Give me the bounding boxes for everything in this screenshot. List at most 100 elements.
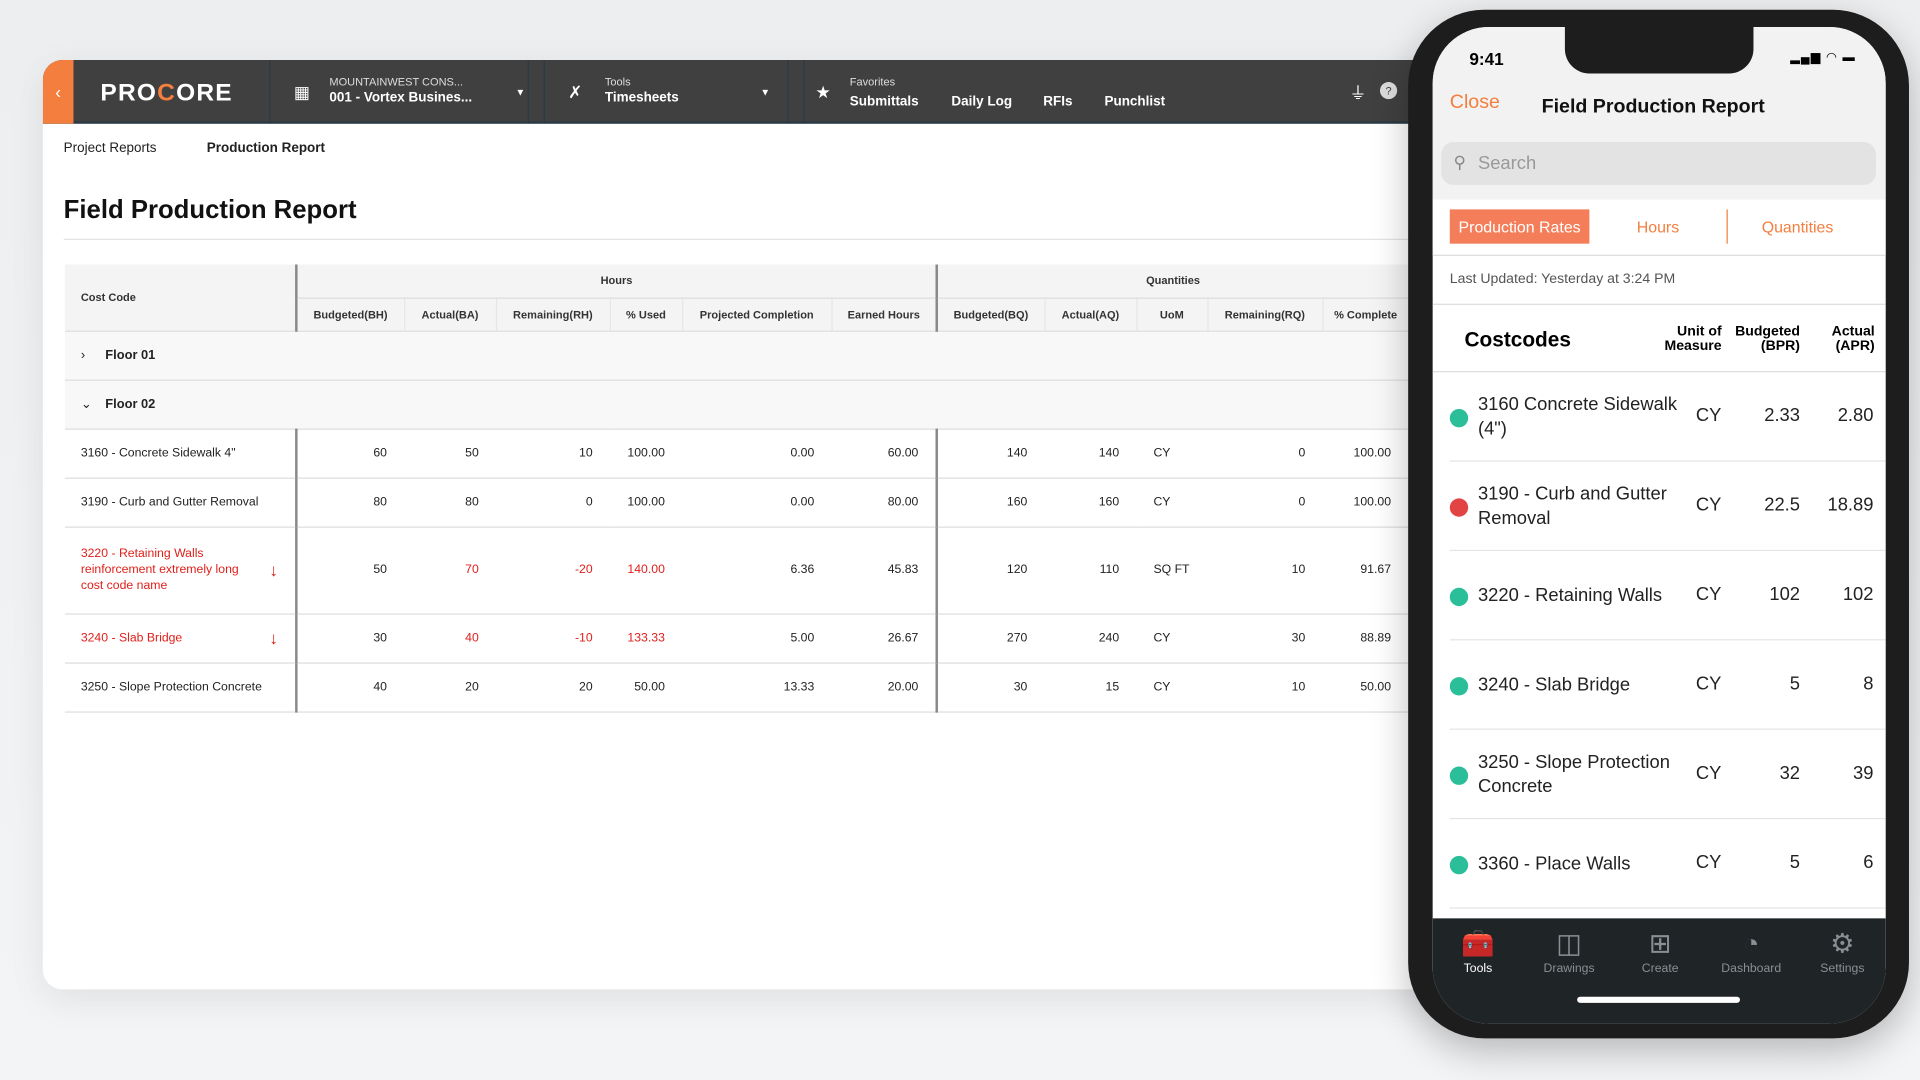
tab-hours[interactable]: Hours [1589,209,1726,243]
header-budgeted: Budgeted (BPR) [1735,324,1801,354]
group-row[interactable]: ⌄ Floor 02 [64,379,1409,430]
list-item[interactable]: 3160 Concrete Sidewalk (4") CY 2.33 2.80 [1449,372,1886,462]
plug-icon[interactable]: ⏚ [1349,81,1366,105]
back-button[interactable]: ‹ [42,60,74,124]
cell: 50 [404,428,496,479]
column-header[interactable]: Budgeted(BH) [295,297,405,332]
column-header[interactable]: Actual(AQ) [1043,297,1137,332]
group-label: Floor 01 [105,347,156,363]
column-header[interactable]: % Complete [1321,297,1409,332]
list-item[interactable]: 3360 - Place Walls CY 5 6 [1449,819,1886,909]
tabbar-dashboard[interactable]: ◔ Dashboard [1706,928,1797,976]
tool-selector[interactable]: Tools Timesheets [605,76,679,105]
breadcrumb: Project Reports Production Report [64,141,372,156]
column-header[interactable]: % Used [609,297,683,332]
tabbar-drawings[interactable]: ◫ Drawings [1524,928,1615,976]
table-row[interactable]: 3160 - Concrete Sidewalk 4" 60 50 10 100.00 0… [64,428,1409,479]
cost-code[interactable]: 3190 - Curb and Gutter Removal [81,495,259,508]
cell: 100.00 [609,428,683,479]
project-selector[interactable]: MOUNTAINWEST CONS... 001 - Vortex Busine… [329,76,472,105]
column-header[interactable]: Budgeted(BQ) [935,297,1045,332]
caret-down-icon[interactable]: ▼ [760,87,770,98]
cell: 20 [404,662,496,713]
toolbox-icon: 🧰 [1461,928,1495,959]
group-row[interactable]: › Floor 01 [64,330,1409,381]
table-row[interactable]: 3250 - Slope Protection Concrete 40 20 20 50… [64,662,1409,713]
uom: CY [1695,584,1722,605]
help-icon[interactable]: ? [1380,82,1398,100]
cell: 45.83 [831,526,937,615]
chevron-right-icon[interactable]: › [81,348,105,363]
project-name: 001 - Vortex Busines... [329,90,473,106]
cost-code[interactable]: 3220 - Retaining Walls reinforcement ext… [81,547,239,592]
actual-rate: 39 [1853,762,1874,784]
current-tool: Timesheets [604,90,679,106]
cell: 100.00 [609,477,683,528]
favorite-punchlist[interactable]: Punchlist [1104,94,1165,109]
breadcrumb-project-reports[interactable]: Project Reports [64,141,157,156]
list-item[interactable]: 3190 - Curb and Gutter Removal CY 22.5 18.8… [1449,462,1886,552]
tabbar-tools[interactable]: 🧰 Tools [1433,928,1524,976]
costcode-name: 3240 - Slab Bridge [1477,674,1631,695]
gauge-icon: ◔ [1743,928,1760,959]
page-title: Field Production Report [63,195,357,225]
cell: 140 [935,428,1045,479]
cell: 60.00 [831,428,937,479]
status-time: 9:41 [1469,48,1504,69]
cost-code[interactable]: 3250 - Slope Protection Concrete [81,680,262,693]
chevron-down-icon[interactable]: ⌄ [81,397,105,412]
arrow-down-icon: ↓ [269,628,278,648]
list-item[interactable]: 3220 - Retaining Walls CY 102 102 [1449,551,1886,641]
header-uom: Unit of Measure [1664,324,1722,354]
cell: 20.00 [831,662,937,713]
cell: 13.33 [682,662,832,713]
header-actual: Actual (APR) [1831,324,1875,354]
tabbar-create[interactable]: ⊞ Create [1615,928,1706,976]
cell: 30 [295,613,405,664]
favorite-rfis[interactable]: RFIs [1043,94,1072,109]
column-header[interactable]: Actual(BA) [403,297,496,332]
caret-down-icon[interactable]: ▼ [516,87,526,98]
tabbar-label: Dashboard [1721,962,1782,976]
cell: 30 [935,662,1045,713]
cell: 50.00 [1322,662,1409,713]
procore-logo: PROCORE [100,79,233,107]
cell: 10 [1207,526,1323,615]
tab-quantities[interactable]: Quantities [1728,209,1868,243]
list-item[interactable]: 3250 - Slope Protection Concrete CY 32 39 [1449,730,1886,820]
column-header[interactable]: Remaining(RQ) [1206,297,1323,332]
mobile-screen: 9:41 ▂▄▆ ◠ ▬ Close Field Production Repo… [1432,26,1886,1024]
cell: 91.67 [1322,526,1409,615]
column-header[interactable]: Projected Completion [681,297,832,332]
close-button[interactable]: Close [1450,92,1500,114]
tools-icon: ✗ [568,82,583,102]
cost-code[interactable]: 3160 - Concrete Sidewalk 4" [81,446,236,459]
uom: CY [1695,762,1722,784]
phone-device: 9:41 ▂▄▆ ◠ ▬ Close Field Production Repo… [1408,9,1909,1039]
cell: 26.67 [831,613,937,664]
cost-code[interactable]: 3240 - Slab Bridge [81,631,182,644]
mobile-title: Field Production Report [1541,96,1765,118]
cell: 20 [495,662,610,713]
table-row[interactable]: 3220 - Retaining Walls reinforcement ext… [64,526,1409,615]
favorite-daily-log[interactable]: Daily Log [951,94,1012,109]
search-input[interactable]: ⚲ Search [1441,142,1876,185]
table-row[interactable]: 3240 - Slab Bridge ↓ 30 40 -10 133.33 5.00 26.6… [64,613,1409,664]
table-row[interactable]: 3190 - Curb and Gutter Removal 80 80 0 100.0… [64,477,1409,528]
tab-production-rates[interactable]: Production Rates [1449,209,1590,244]
uom: CY [1695,852,1722,874]
column-header[interactable]: Earned Hours [830,297,937,332]
company-name: MOUNTAINWEST CONS... [329,75,464,89]
tabbar-settings[interactable]: ⚙ Settings [1797,928,1886,976]
header-cost-code: Cost Code [64,264,297,332]
list-item[interactable]: 3240 - Slab Bridge CY 5 8 [1449,640,1886,730]
header-hours-group: Hours [295,264,937,299]
favorite-submittals[interactable]: Submittals [850,94,919,109]
cell: 30 [1207,613,1323,664]
breadcrumb-production-report[interactable]: Production Report [207,141,325,156]
cell: 6.36 [682,526,832,615]
column-header[interactable]: Remaining(RH) [495,297,610,332]
cell: 0.00 [682,477,832,528]
actual-rate: 2.80 [1837,405,1874,427]
column-header[interactable]: UoM [1135,297,1208,332]
